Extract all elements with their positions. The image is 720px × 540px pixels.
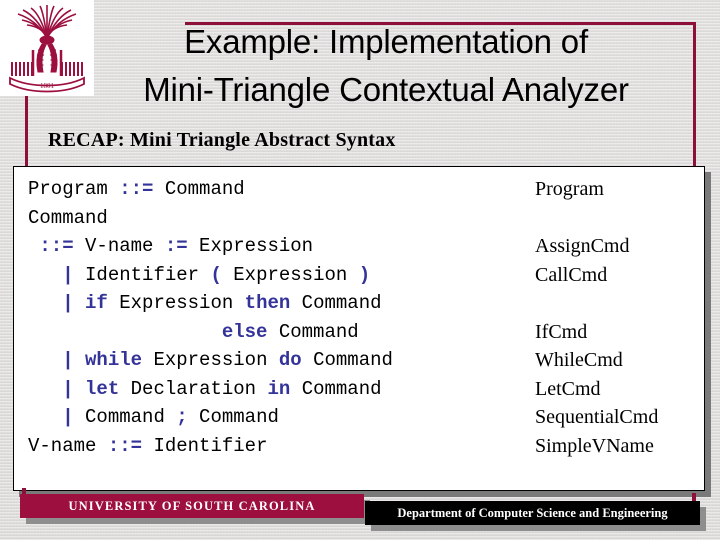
ast-node-name: SimpleVName [535,434,654,457]
grammar-text: Identifier [142,434,268,457]
ast-node-name: CallCmd [535,263,608,286]
grammar-keyword: | [62,406,74,428]
grammar-line: Command [28,204,393,233]
grammar-line: | if Expression then Command [28,289,393,318]
grammar-keyword: ::= [39,235,74,257]
content-card: Program ::= Command Command ::= V-name :=… [13,166,705,491]
grammar-keyword: | [62,292,74,314]
department-footer-label: Department of Computer Science and Engin… [397,505,668,520]
grammar-line: | let Declaration in Command [28,375,393,404]
grammar-line: ::= V-name := Expression [28,232,393,261]
grammar-keyword: := [164,235,188,257]
grammar-text [28,349,62,371]
slide-subtitle: RECAP: Mini Triangle Abstract Syntax [48,129,396,151]
grammar-text: Command [290,377,382,400]
grammar-line: else Command [28,318,393,347]
grammar-text: Command [73,406,177,428]
frame-border-left [25,96,28,168]
ast-node-name: SequentialCmd [535,406,659,428]
grammar-text: Program [28,178,120,200]
department-footer-bar: Department of Computer Science and Engin… [365,501,700,525]
grammar-text: Command [267,320,359,343]
grammar-text [28,264,62,286]
grammar-keyword: do [278,349,302,371]
grammar-text: Expression [221,263,359,286]
grammar-text [28,321,222,343]
ast-node-name: Program [535,178,604,200]
grammar-text: Command [290,292,382,314]
grammar-text: V-name [73,235,165,257]
grammar-line: V-name ::= Identifier [28,432,393,461]
grammar-text: Expression [107,292,245,314]
grammar-keyword: while [85,349,143,371]
grammar-text [28,235,39,257]
grammar-text [28,378,62,400]
grammar-keyword: if [85,292,108,314]
grammar-text: Expression [142,349,279,371]
grammar-keyword: in [267,377,291,400]
grammar-keyword: else [221,320,268,343]
grammar-keyword: | [62,377,74,400]
grammar-text [28,406,62,428]
grammar-line [28,460,393,489]
grammar-keyword: ( [210,263,222,286]
grammar-text: Command [187,406,279,428]
grammar-text [74,292,85,314]
grammar-keyword: | [62,263,74,286]
frame-border-right [693,22,696,168]
university-footer-label: UNIVERSITY OF SOUTH CAROLINA [68,498,316,513]
grammar-text: Identifier [73,263,211,286]
slide-title: Example: Implementation of Mini-Triangle… [143,23,629,108]
abstract-syntax-grammar: Program ::= Command Command ::= V-name :=… [28,175,393,491]
grammar-line: | Command ; Command [28,403,393,432]
logo-banner-year: 1801 [40,82,55,90]
grammar-keyword: let [85,377,120,400]
ast-spacer-line [535,204,658,233]
grammar-keyword: ) [358,263,371,286]
grammar-line: | Identifier ( Expression ) [28,261,393,290]
grammar-line: Program ::= Command [28,175,393,204]
grammar-text [74,378,85,400]
grammar-keyword: then [244,292,291,314]
grammar-text: Expression [187,235,314,257]
grammar-keyword: ; [176,406,188,428]
grammar-text: Declaration [119,377,268,400]
ast-node-name: WhileCmd [535,349,623,371]
grammar-text: Command [301,349,393,371]
grammar-text [74,349,85,371]
grammar-line: … [28,489,393,491]
grammar-line: | while Expression do Command [28,346,393,375]
ast-spacer-line [535,289,658,318]
university-footer-bar: UNIVERSITY OF SOUTH CAROLINA [20,494,364,518]
grammar-text: V-name [28,434,108,457]
ast-node-class-list: Program AssignCmd CallCmd IfCmd WhileCmd Le… [535,175,658,460]
grammar-keyword: ::= [107,434,143,457]
grammar-keyword: | [62,349,74,371]
grammar-text: Command [153,178,245,200]
grammar-text: Command [28,206,108,229]
ast-node-name: LetCmd [535,377,601,400]
ast-node-name: AssignCmd [535,235,630,257]
grammar-keyword: ::= [119,178,154,200]
grammar-text [28,292,62,314]
ast-node-name: IfCmd [535,320,588,343]
